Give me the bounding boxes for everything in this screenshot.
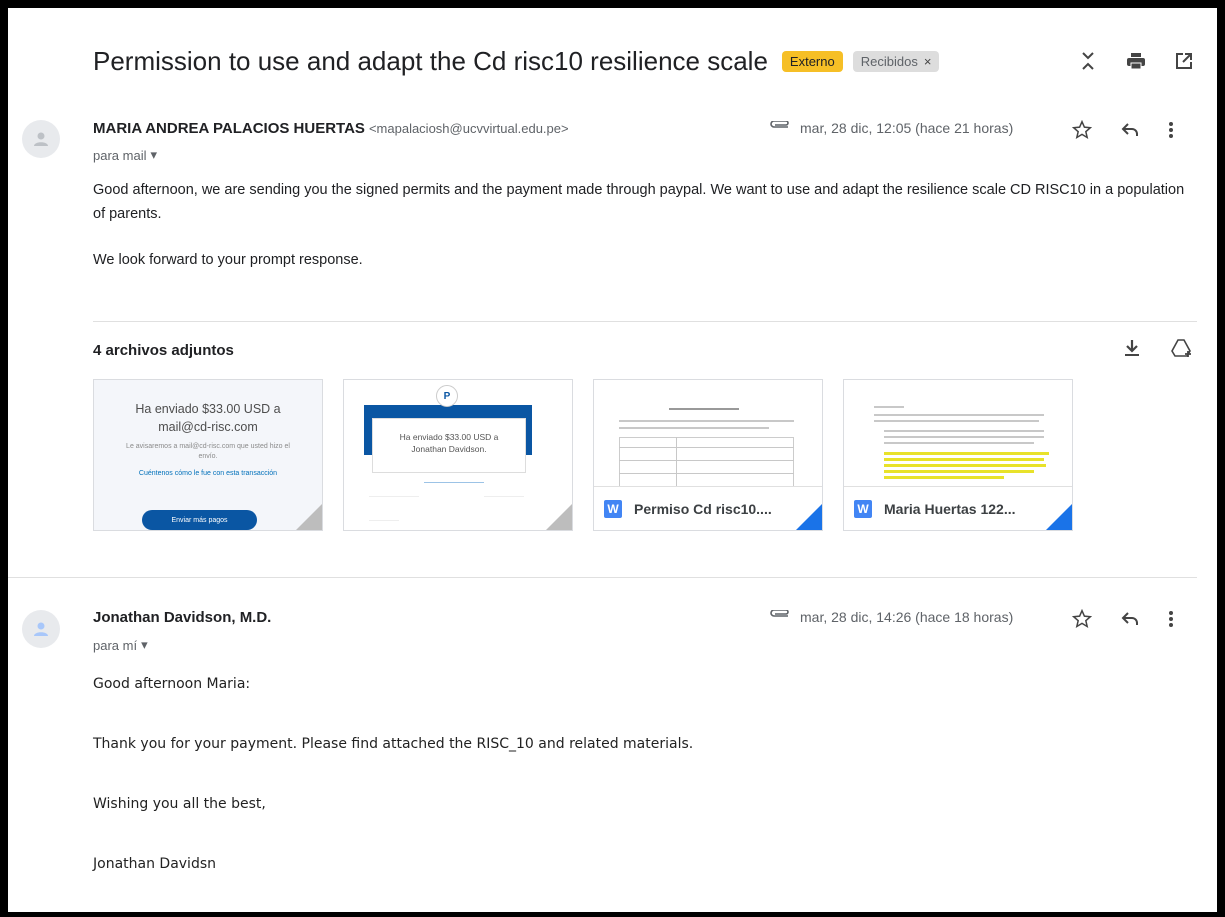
download-icon[interactable] — [1123, 338, 1141, 363]
person-icon — [34, 132, 48, 146]
doc-highlight — [884, 458, 1044, 461]
doc-line — [874, 414, 1044, 416]
message-date: mar, 28 dic, 12:05 (hace 21 horas) — [800, 120, 1014, 136]
doc-line — [874, 420, 1039, 422]
sender-name: MARIA ANDREA PALACIOS HUERTAS — [93, 120, 365, 137]
doc-line — [884, 436, 1044, 438]
doc-highlight — [884, 452, 1049, 455]
message1-sender: MARIA ANDREA PALACIOS HUERTAS <mapalacios… — [93, 120, 569, 137]
reply-icon[interactable] — [1120, 120, 1140, 145]
doc-table — [619, 437, 794, 487]
thumb-line — [484, 496, 524, 497]
paperclip-icon — [768, 120, 790, 136]
thumb-line — [424, 482, 484, 483]
add-to-drive-icon[interactable] — [1171, 338, 1193, 363]
message2-signature: Jonathan Davidsn — [93, 856, 216, 872]
print-icon[interactable] — [1125, 50, 1147, 72]
message1-paragraph2: We look forward to your prompt response. — [93, 252, 363, 268]
doc-line — [676, 437, 677, 487]
paypal-feedback-link: Cuéntenos cómo le fue con esta transacci… — [138, 470, 278, 477]
doc-line — [619, 473, 794, 474]
attachment-thumbnail-1[interactable]: Ha enviado $33.00 USD a mail@cd-risc.com… — [93, 379, 323, 531]
email-subject: Permission to use and adapt the Cd risc1… — [93, 46, 768, 76]
attachment-thumbnail-4[interactable]: W Maria Huertas 122... — [843, 379, 1073, 531]
thumb-line — [369, 520, 399, 521]
doc-line — [619, 420, 794, 422]
doc-line — [669, 408, 739, 410]
chevron-down-icon: ▾ — [150, 147, 157, 162]
paypal-small-text: Le avisaremos a mail@cd-risc.com que ust… — [126, 443, 290, 460]
chevron-down-icon: ▾ — [141, 637, 148, 652]
remove-label-button[interactable]: × — [924, 54, 932, 69]
sender-email: <mapalaciosh@ucvvirtual.edu.pe> — [368, 121, 569, 136]
open-in-new-icon[interactable] — [1173, 50, 1195, 72]
sender-avatar[interactable] — [22, 120, 60, 158]
message2-sender: Jonathan Davidson, M.D. — [93, 609, 272, 626]
email-view: Permission to use and adapt the Cd risc1… — [8, 8, 1217, 912]
attachment-thumbnail-3[interactable]: W Permiso Cd risc10.... — [593, 379, 823, 531]
inbox-label[interactable]: Recibidos × — [852, 51, 940, 72]
paypal-card: Ha enviado $33.00 USD a Jonathan Davidso… — [372, 418, 526, 473]
page-fold — [546, 504, 572, 530]
doc-highlight — [884, 464, 1046, 467]
message1-body: Good afternoon, we are sending you the s… — [93, 178, 1198, 272]
subject-actions — [1077, 50, 1195, 72]
sender-avatar[interactable] — [22, 610, 60, 648]
message1-meta: mar, 28 dic, 12:05 (hace 21 horas) — [768, 120, 1013, 136]
attachment-label: W Permiso Cd risc10.... — [594, 486, 822, 530]
star-icon[interactable] — [1071, 119, 1093, 145]
thumb-line — [369, 496, 419, 497]
paperclip-icon — [768, 609, 790, 625]
person-icon — [34, 622, 48, 636]
recipient-dropdown[interactable]: para mí ▾ — [93, 637, 148, 653]
paypal-receipt-text: Ha enviado $33.00 USD a mail@cd-risc.com — [135, 402, 281, 434]
message2-meta: mar, 28 dic, 14:26 (hace 18 horas) — [768, 609, 1013, 625]
page-fold — [296, 504, 322, 530]
unfold-icon[interactable] — [1077, 50, 1099, 72]
more-vert-icon[interactable] — [1168, 609, 1174, 634]
more-vert-icon[interactable] — [1168, 120, 1174, 145]
doc-line — [884, 442, 1034, 444]
doc-highlight — [884, 470, 1034, 473]
star-icon[interactable] — [1071, 608, 1093, 634]
message-date: mar, 28 dic, 14:26 (hace 18 horas) — [800, 609, 1014, 625]
attachments-actions — [1123, 338, 1193, 363]
attachment-filename: Permiso Cd risc10.... — [634, 500, 772, 517]
doc-line — [874, 406, 904, 408]
doc-line — [884, 430, 1044, 432]
doc-line — [619, 447, 794, 448]
page-fold — [1046, 504, 1072, 530]
word-doc-icon: W — [604, 499, 622, 518]
message2-line3: Wishing you all the best, — [93, 796, 266, 812]
attachments-divider — [93, 321, 1197, 322]
attachment-label: W Maria Huertas 122... — [844, 486, 1072, 530]
attachment-thumbnail-2[interactable]: Ha enviado $33.00 USD a Jonathan Davidso… — [343, 379, 573, 531]
message1-actions — [1071, 119, 1174, 145]
reply-icon[interactable] — [1120, 609, 1140, 634]
message1-paragraph1: Good afternoon, we are sending you the s… — [93, 182, 1185, 222]
message-divider — [8, 577, 1197, 578]
attachment-filename: Maria Huertas 122... — [884, 500, 1016, 517]
doc-highlight — [884, 476, 1004, 479]
page-fold — [796, 504, 822, 530]
recipient-label: para mail — [93, 147, 147, 163]
paypal-logo-icon: P — [436, 385, 458, 407]
doc-line — [619, 460, 794, 461]
doc-line — [619, 427, 769, 429]
inbox-label-text: Recibidos — [860, 54, 918, 69]
subject-row: Permission to use and adapt the Cd risc1… — [93, 46, 940, 77]
attachments-title: 4 archivos adjuntos — [93, 342, 234, 359]
message2-actions — [1071, 608, 1174, 634]
recipient-label: para mí — [93, 637, 138, 653]
external-badge: Externo — [781, 51, 843, 72]
message2-line2: Thank you for your payment. Please find … — [93, 736, 694, 752]
paypal-send-button: Enviar más pagos — [142, 510, 257, 530]
message2-line1: Good afternoon Maria: — [93, 676, 251, 692]
word-doc-icon: W — [854, 499, 872, 518]
recipient-dropdown[interactable]: para mail ▾ — [93, 147, 157, 163]
